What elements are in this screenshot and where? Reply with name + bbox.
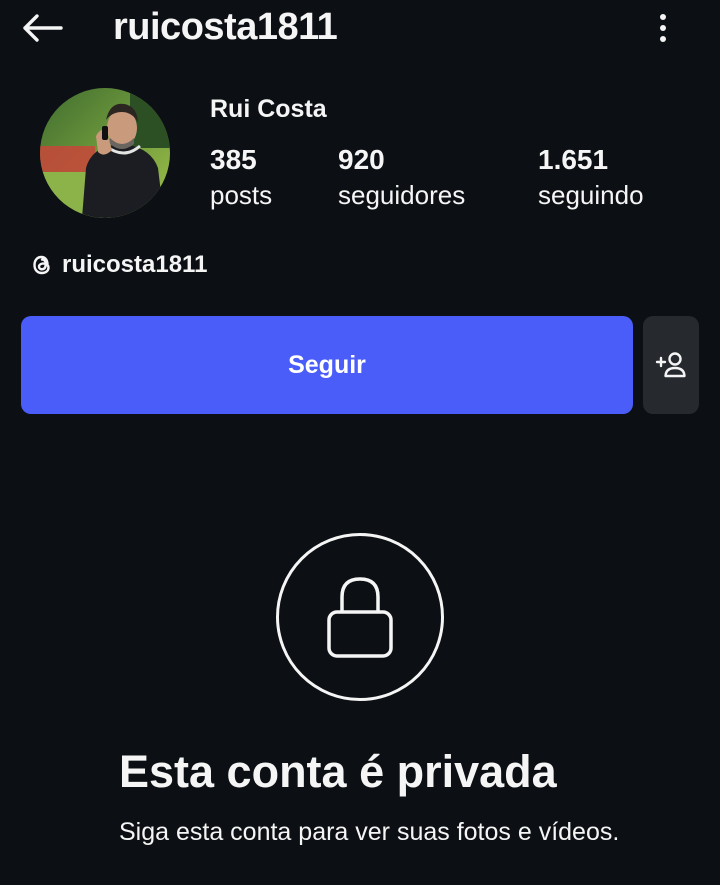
top-bar: ruicosta1811 bbox=[0, 0, 720, 58]
posts-label: posts bbox=[210, 180, 273, 210]
private-lock-badge bbox=[276, 533, 444, 701]
threads-handle: ruicosta1811 bbox=[62, 251, 208, 278]
profile-full-name: Rui Costa bbox=[210, 95, 327, 123]
profile-avatar[interactable] bbox=[40, 88, 170, 218]
posts-count: 385 bbox=[210, 144, 257, 175]
suggested-users-button[interactable] bbox=[643, 316, 699, 414]
lock-icon bbox=[327, 577, 393, 658]
back-button[interactable] bbox=[18, 8, 66, 48]
followers-count: 920 bbox=[338, 144, 385, 175]
add-person-icon bbox=[655, 352, 686, 378]
threads-badge[interactable]: ruicosta1811 bbox=[30, 251, 207, 279]
posts-stat[interactable]: 385 posts bbox=[210, 143, 272, 213]
profile-username: ruicosta1811 bbox=[113, 6, 338, 48]
private-account-subtitle: Siga esta conta para ver suas fotos e ví… bbox=[119, 818, 620, 846]
profile-page: ruicosta1811 Rui Costa 385 posts 920 seg… bbox=[0, 0, 720, 885]
follow-button[interactable]: Seguir bbox=[21, 316, 633, 414]
more-vertical-icon bbox=[660, 14, 666, 42]
following-count: 1.651 bbox=[538, 144, 609, 175]
followers-stat[interactable]: 920 seguidores bbox=[338, 143, 465, 213]
threads-icon bbox=[33, 255, 50, 275]
more-options-button[interactable] bbox=[645, 8, 681, 48]
private-account-title: Esta conta é privada bbox=[119, 746, 557, 797]
following-label: seguindo bbox=[538, 180, 644, 210]
following-stat[interactable]: 1.651 seguindo bbox=[538, 143, 644, 213]
arrow-left-icon bbox=[23, 14, 63, 42]
followers-label: seguidores bbox=[338, 180, 466, 210]
